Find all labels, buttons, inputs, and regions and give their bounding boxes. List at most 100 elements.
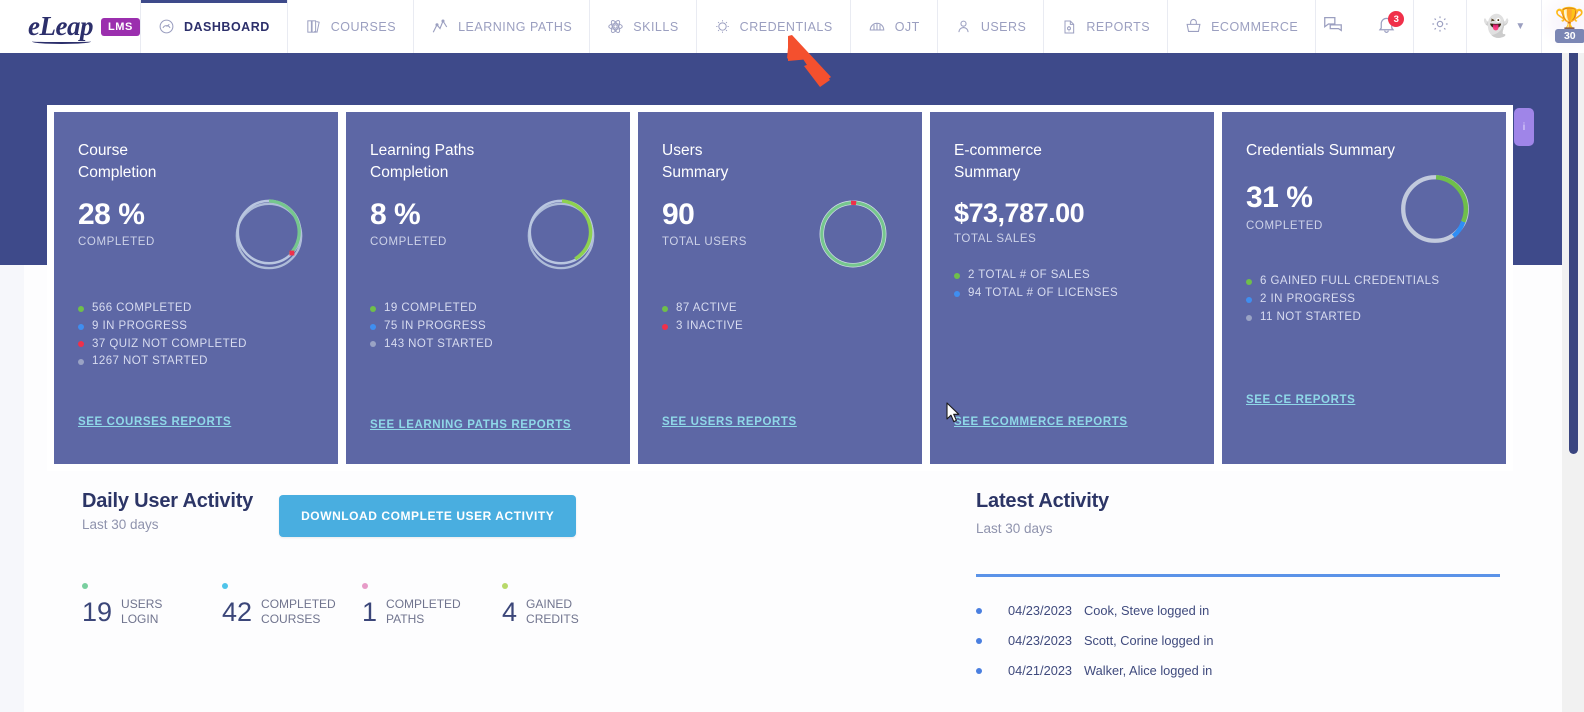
legend-label: 3 INACTIVE [676,319,744,332]
chevron-down-icon: ▼ [1515,21,1526,32]
legend-item: 94 TOTAL # OF LICENSES [954,285,1190,303]
donut-chart-learning-paths [522,195,600,278]
brand-badge: LMS [100,17,140,36]
legend-item: 19 COMPLETED [370,300,606,318]
legend-item: 87 ACTIVE [662,300,898,318]
nav-item-courses[interactable]: COURSES [286,0,413,53]
legend-dot [78,359,84,366]
nav-item-skills[interactable]: SKILLS [589,0,695,53]
nav-label: CREDENTIALS [739,19,833,34]
card-link-learning-paths-reports[interactable]: SEE LEARNING PATHS REPORTS [370,419,571,431]
points-trophy-button[interactable]: 🏆 30 [1541,0,1584,53]
legend-dot [370,323,376,330]
person-icon [955,18,972,35]
legend-label: 6 GAINED FULL CREDENTIALS [1260,275,1440,288]
page-scrollbar[interactable] [1562,0,1584,712]
nav-item-ecommerce[interactable]: ECOMMERCE [1167,0,1317,53]
card-learning-paths-completion: Learning Paths Completion 8 % COMPLETED [346,112,630,464]
nav-item-reports[interactable]: REPORTS [1043,0,1167,53]
latest-activity-divider [976,574,1500,577]
legend-dot [78,323,84,330]
activity-date: 04/23/2023 [1008,603,1073,618]
legend-dot [954,291,960,297]
card-link-ce-reports[interactable]: SEE CE REPORTS [1246,394,1355,406]
card-legend: 87 ACTIVE 3 INACTIVE [662,300,898,336]
legend-item: 9 IN PROGRESS [78,318,314,336]
latest-activity-list: 04/23/2023 Cook, Steve logged in 04/23/2… [976,603,1516,678]
nav-item-users[interactable]: USERS [936,0,1044,53]
legend-label: 143 NOT STARTED [384,337,494,350]
card-value: $73,787.00 [954,197,1085,228]
document-icon [1061,19,1077,35]
stat-number: 4 [502,596,518,627]
side-info-tab[interactable]: i [1514,108,1534,146]
legend-item: 2 TOTAL # OF SALES [954,267,1190,285]
legend-dot [78,305,84,312]
basket-icon [1185,18,1202,35]
donut-chart-users [814,195,892,278]
card-value-label: COMPLETED [1246,219,1323,232]
donut-chart-course [230,195,308,278]
legend-dot [1246,315,1252,321]
stat-users-login: 19 USERS LOGIN [82,583,222,627]
legend-item: 11 NOT STARTED [1246,309,1482,327]
card-link-ecommerce-reports[interactable]: SEE ECOMMERCE REPORTS [954,416,1128,428]
card-title: Learning Paths Completion [370,142,475,182]
books-icon [305,18,322,35]
summary-cards-row: Course Completion 28 % COMPLETED 566 COM… [54,112,1506,464]
card-value-label: COMPLETED [370,236,447,249]
stat-dot [222,583,228,589]
card-title: Users Summary [662,142,729,182]
card-link-courses-reports[interactable]: SEE COURSES REPORTS [78,416,231,428]
card-value: 28 % [78,197,145,231]
download-user-activity-button[interactable]: DOWNLOAD COMPLETE USER ACTIVITY [279,495,577,537]
stat-completed-paths: 1 COMPLETED PATHS [362,583,502,627]
gear-flower-icon [714,18,731,35]
list-item[interactable]: 04/23/2023 Scott, Corine logged in [976,633,1516,648]
stat-dot [82,583,88,589]
card-course-completion: Course Completion 28 % COMPLETED 566 COM… [54,112,338,464]
nav-item-dashboard[interactable]: DASHBOARD [140,0,287,53]
legend-label: 2 IN PROGRESS [1260,293,1356,306]
list-item[interactable]: 04/23/2023 Cook, Steve logged in [976,603,1516,618]
card-title: Course Completion [78,142,157,182]
stat-number: 19 [82,596,113,627]
stat-completed-courses: 42 COMPLETED COURSES [222,583,362,627]
card-link-users-reports[interactable]: SEE USERS REPORTS [662,416,797,428]
lower-section: Daily User Activity Last 30 days DOWNLOA… [0,490,1540,712]
gear-icon [1430,14,1450,39]
stat-dot [502,583,508,589]
legend-dot [370,305,376,312]
card-title: E-commerce Summary [954,142,1042,182]
legend-dot [954,273,960,280]
legend-item: 2 IN PROGRESS [1246,291,1482,309]
nav-label: ECOMMERCE [1211,19,1299,34]
nav-item-ojt[interactable]: OJT [849,0,937,53]
legend-item: 6 GAINED FULL CREDENTIALS [1246,273,1482,291]
nav-item-credentials[interactable]: CREDENTIALS [695,0,850,53]
list-item[interactable]: 04/21/2023 Walker, Alice logged in [976,663,1516,678]
stat-label: USERS LOGIN [121,597,163,626]
messages-button[interactable] [1316,0,1360,53]
nav-item-learning-paths[interactable]: LEARNING PATHS [413,0,589,53]
legend-label: 19 COMPLETED [384,301,477,314]
activity-text: Scott, Corine logged in [1084,633,1214,648]
legend-label: 37 QUIZ NOT COMPLETED [92,337,247,350]
bullet-icon [976,607,982,614]
legend-dot [662,323,668,330]
brand-logo-area[interactable]: eLeap LMS [0,0,140,53]
monster-avatar-icon: 👻 [1483,15,1510,38]
settings-button[interactable] [1413,0,1466,53]
legend-item: 75 IN PROGRESS [370,318,606,336]
user-menu-button[interactable]: 👻 ▼ [1466,0,1541,53]
card-legend: 19 COMPLETED 75 IN PROGRESS 143 NOT STAR… [370,300,606,353]
nav-label: LEARNING PATHS [458,19,573,34]
scrollbar-thumb[interactable] [1569,4,1578,454]
trophy-points: 30 [1554,28,1584,43]
chat-bubbles-icon [1322,13,1344,40]
card-legend: 566 COMPLETED 9 IN PROGRESS 37 QUIZ NOT … [78,300,314,371]
notifications-button[interactable]: 3 [1360,0,1413,53]
latest-activity-title: Latest Activity [976,490,1109,512]
activity-date: 04/23/2023 [1008,633,1073,648]
card-credentials-summary: Credentials Summary 31 % COMPLETED 6 GAI… [1222,112,1506,464]
